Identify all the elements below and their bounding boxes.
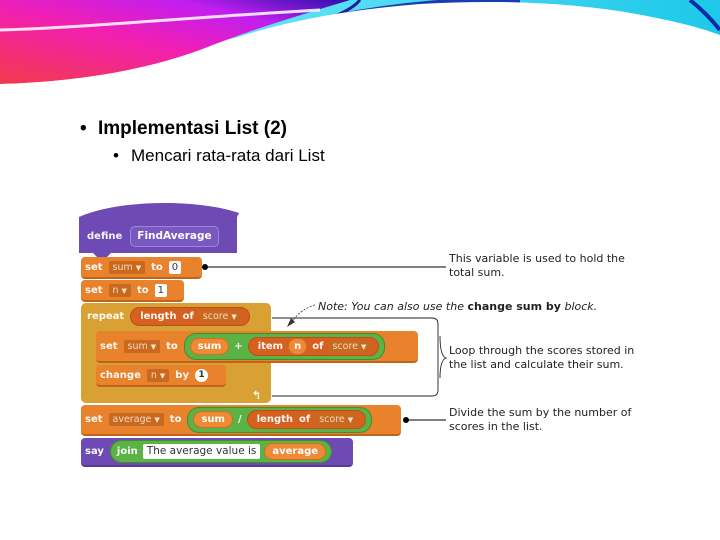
set-keyword: set bbox=[85, 414, 103, 425]
join-keyword: join bbox=[116, 446, 138, 457]
dropdown-arrow-icon: ▼ bbox=[347, 416, 354, 424]
tip-text: block. bbox=[560, 300, 598, 313]
length-of-reporter[interactable]: length of score ▼ bbox=[130, 306, 250, 326]
variable-dropdown[interactable]: sum ▼ bbox=[108, 260, 146, 274]
annotation-text: scores in the list. bbox=[449, 420, 543, 433]
scratch-script-figure: define FindAverage set sum ▼ to 0 set n ▼ … bbox=[0, 0, 720, 540]
length-keyword: length bbox=[140, 310, 177, 322]
loop-annotation: Loop through the scores stored in the li… bbox=[449, 344, 634, 372]
change-keyword: change bbox=[100, 369, 141, 381]
of-keyword: of bbox=[312, 340, 324, 352]
item-keyword: item bbox=[257, 340, 284, 352]
set-keyword: set bbox=[85, 284, 103, 296]
set-keyword: set bbox=[85, 261, 103, 273]
to-keyword: to bbox=[166, 340, 178, 352]
dropdown-arrow-icon: ▼ bbox=[135, 263, 142, 272]
define-block[interactable]: define FindAverage bbox=[83, 222, 219, 250]
length-of-reporter[interactable]: length of score ▼ bbox=[246, 410, 367, 429]
value-input[interactable]: 1 bbox=[194, 368, 208, 382]
join-operator[interactable]: join The average value is average bbox=[109, 440, 333, 463]
item-of-reporter[interactable]: item n of score ▼ bbox=[247, 336, 380, 356]
dropdown-arrow-icon: ▼ bbox=[361, 342, 367, 351]
divide-symbol: / bbox=[237, 414, 242, 425]
define-keyword: define bbox=[87, 230, 123, 242]
variable-dropdown[interactable]: n ▼ bbox=[108, 283, 131, 297]
procedure-name: FindAverage bbox=[130, 225, 219, 247]
of-keyword: of bbox=[182, 310, 194, 322]
annotation-text: total sum. bbox=[449, 266, 505, 279]
text-input[interactable]: The average value is bbox=[142, 444, 261, 459]
say-block[interactable]: say join The average value is average bbox=[81, 438, 353, 467]
tip-text: Note: You can also use the bbox=[318, 300, 468, 313]
to-keyword: to bbox=[151, 261, 163, 273]
annotation-text: This variable is used to hold the bbox=[449, 252, 625, 265]
sum-reporter[interactable]: sum bbox=[189, 337, 230, 355]
list-dropdown[interactable]: score ▼ bbox=[198, 309, 241, 323]
change-n-block[interactable]: change n ▼ by 1 bbox=[96, 365, 226, 387]
tip-bold-text: change sum by bbox=[467, 300, 561, 313]
to-keyword: to bbox=[136, 284, 149, 296]
set-sum-block[interactable]: set sum ▼ to 0 bbox=[81, 257, 202, 279]
list-dropdown[interactable]: score ▼ bbox=[328, 339, 371, 353]
n-reporter[interactable]: n bbox=[288, 337, 308, 355]
set-average-block[interactable]: set average ▼ to sum / length of score ▼ bbox=[81, 405, 401, 436]
annotation-text: the list and calculate their sum. bbox=[449, 358, 624, 371]
variable-dropdown[interactable]: n ▼ bbox=[146, 368, 170, 382]
set-keyword: set bbox=[100, 340, 118, 352]
variable-dropdown[interactable]: sum ▼ bbox=[123, 339, 161, 353]
sum-annotation: This variable is used to hold the total … bbox=[449, 252, 625, 280]
loop-arrow-icon: ↰ bbox=[252, 388, 262, 402]
say-keyword: say bbox=[85, 446, 104, 457]
to-keyword: to bbox=[169, 414, 182, 425]
annotation-text: Divide the sum by the number of bbox=[449, 406, 632, 419]
plus-operator: + bbox=[234, 340, 243, 352]
dropdown-arrow-icon: ▼ bbox=[231, 312, 237, 321]
value-input[interactable]: 1 bbox=[154, 283, 167, 297]
dropdown-arrow-icon: ▼ bbox=[121, 286, 127, 295]
divide-annotation: Divide the sum by the number of scores i… bbox=[449, 406, 631, 434]
of-keyword: of bbox=[299, 414, 311, 425]
divide-operator[interactable]: sum / length of score ▼ bbox=[187, 406, 373, 433]
dropdown-arrow-icon: ▼ bbox=[159, 371, 166, 380]
set-sum-add-block[interactable]: set sum ▼ to sum + item n of score ▼ bbox=[96, 331, 418, 363]
dropdown-arrow-icon: ▼ bbox=[150, 342, 157, 351]
list-dropdown[interactable]: score ▼ bbox=[315, 413, 358, 426]
add-operator[interactable]: sum + item n of score ▼ bbox=[183, 332, 386, 360]
by-keyword: by bbox=[175, 369, 189, 381]
loop-arrow: ↰ bbox=[252, 388, 261, 402]
value-input[interactable]: 0 bbox=[168, 260, 182, 274]
average-reporter[interactable]: average bbox=[264, 443, 327, 460]
dropdown-arrow-icon: ▼ bbox=[154, 416, 160, 424]
variable-dropdown[interactable]: average ▼ bbox=[108, 413, 164, 426]
set-n-block[interactable]: set n ▼ to 1 bbox=[81, 280, 184, 302]
sum-reporter[interactable]: sum bbox=[193, 411, 233, 428]
tip-note: Note: You can also use the change sum by… bbox=[318, 300, 597, 313]
repeat-keyword: repeat bbox=[87, 310, 125, 322]
repeat-header: repeat length of score ▼ bbox=[83, 305, 252, 327]
length-keyword: length bbox=[256, 414, 293, 425]
annotation-text: Loop through the scores stored in bbox=[449, 344, 635, 357]
